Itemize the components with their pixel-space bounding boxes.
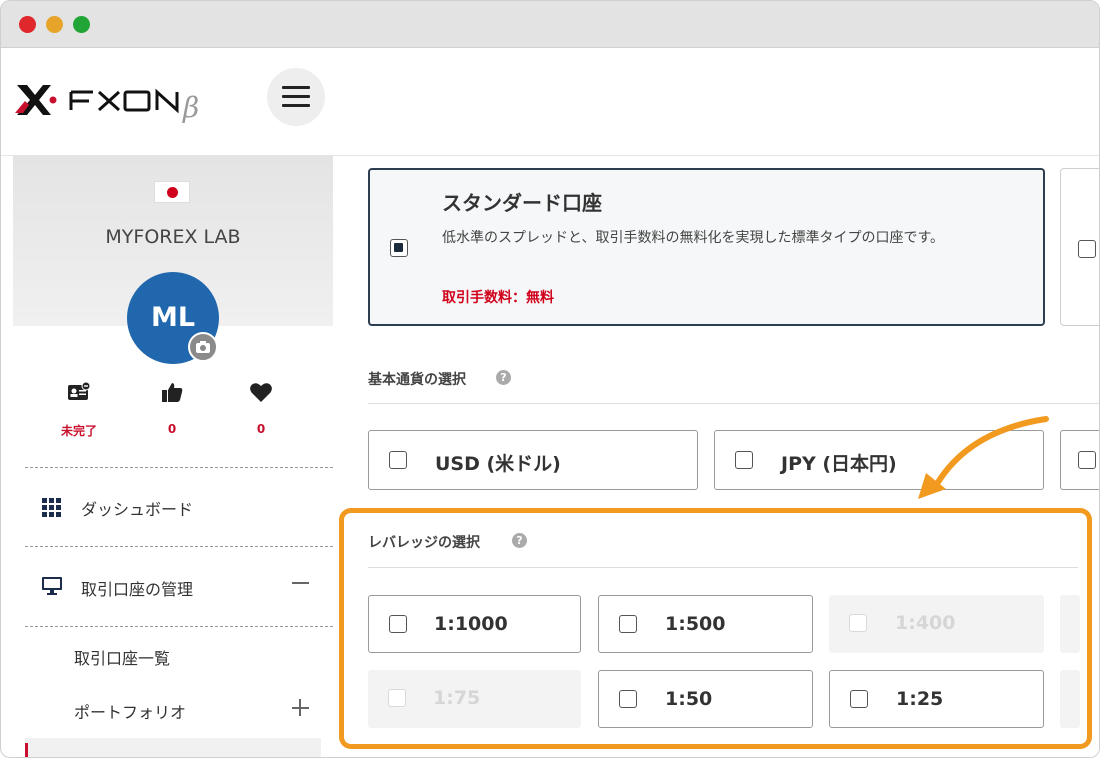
account-type-checkbox[interactable]	[390, 239, 408, 257]
japan-flag-icon	[154, 181, 190, 203]
currency-option-usd[interactable]: USD (米ドル)	[368, 430, 698, 490]
grid-icon	[42, 498, 61, 517]
camera-icon[interactable]	[188, 332, 218, 362]
sidebar: MYFOREX LAB ML 未完了 0 0 ダッシュボード 取引口座の管理 取…	[13, 156, 333, 757]
currency-jpy-checkbox[interactable]	[735, 451, 753, 469]
account-type-fee: 取引手数料：無料	[442, 290, 554, 306]
monitor-icon	[42, 577, 62, 595]
divider	[25, 546, 333, 547]
account-type-description: 低水準のスプレッドと、取引手数料の無料化を実現した標準タイプの口座です。	[442, 230, 945, 246]
close-window-button[interactable]	[19, 16, 36, 33]
currency-option-next[interactable]	[1060, 430, 1099, 490]
favorites-count: 0	[256, 422, 266, 436]
currency-usd-label: USD (米ドル)	[435, 453, 561, 475]
divider	[368, 403, 1099, 404]
menu-toggle-button[interactable]	[267, 68, 325, 126]
account-type-card-standard[interactable]: スタンダード口座 低水準のスプレッドと、取引手数料の無料化を実現した標準タイプの…	[368, 168, 1045, 326]
leverage-highlight-box	[339, 508, 1092, 749]
heart-icon[interactable]	[249, 381, 273, 403]
sidebar-item-account-management[interactable]: 取引口座の管理	[81, 576, 193, 600]
svg-text:β: β	[182, 91, 199, 124]
maximize-window-button[interactable]	[73, 16, 90, 33]
sidebar-item-portfolio[interactable]: ポートフォリオ	[74, 699, 186, 723]
expand-icon-vertical	[299, 699, 301, 716]
annotation-arrow-icon	[918, 416, 1049, 499]
help-icon[interactable]: ?	[496, 370, 511, 385]
hamburger-icon	[282, 86, 310, 89]
minimize-window-button[interactable]	[46, 16, 63, 33]
currency-usd-checkbox[interactable]	[389, 451, 407, 469]
account-type-card-next[interactable]	[1060, 168, 1099, 326]
profile-name: MYFOREX LAB	[105, 226, 241, 248]
hamburger-icon-line	[282, 104, 310, 107]
site-header: β	[1, 48, 1099, 156]
verification-status: 未完了	[60, 424, 97, 438]
currency-jpy-label: JPY (日本円)	[781, 453, 897, 475]
base-currency-label: 基本通貨の選択	[368, 372, 466, 388]
thumbs-up-icon[interactable]	[160, 381, 184, 403]
divider	[25, 626, 333, 627]
title-bar	[1, 1, 1099, 48]
divider	[25, 467, 333, 468]
account-type-next-checkbox[interactable]	[1078, 240, 1096, 258]
account-type-title: スタンダード口座	[442, 191, 602, 215]
fxon-logo[interactable]: β	[13, 75, 228, 125]
likes-count: 0	[167, 422, 177, 436]
fxon-logo-icon: β	[15, 85, 199, 124]
sidebar-active-item[interactable]	[25, 738, 321, 757]
id-card-icon[interactable]	[67, 381, 91, 403]
active-indicator	[25, 743, 28, 757]
currency-next-checkbox[interactable]	[1078, 451, 1096, 469]
sidebar-item-account-list[interactable]: 取引口座一覧	[74, 645, 170, 669]
sidebar-item-dashboard[interactable]: ダッシュボード	[81, 496, 193, 520]
hamburger-icon-line	[282, 95, 310, 98]
collapse-icon[interactable]	[292, 582, 309, 584]
app-window: β MYFOREX LAB ML 未完了 0 0 ダッシュボード 取引口座の管理…	[0, 0, 1100, 758]
